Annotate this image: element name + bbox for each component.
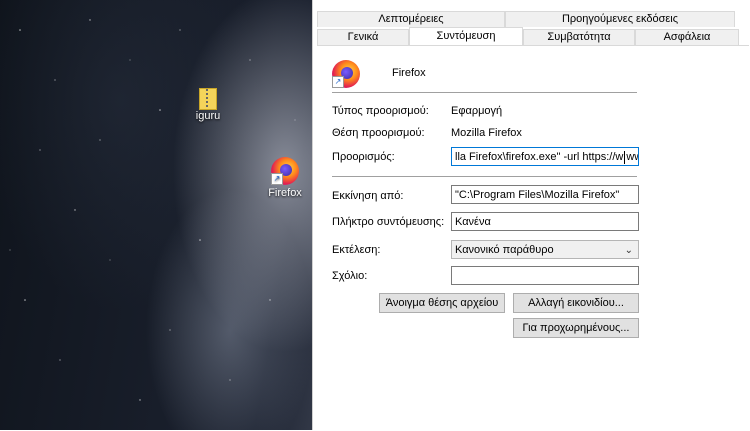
change-icon-button[interactable]: Αλλαγή εικονιδίου... bbox=[513, 293, 639, 313]
firefox-icon: ↗ bbox=[332, 60, 360, 88]
desktop-icon-firefox[interactable]: ↗ Firefox bbox=[261, 157, 309, 199]
comment-input[interactable] bbox=[451, 266, 639, 285]
desktop-icon-iguru[interactable]: iguru bbox=[184, 86, 232, 122]
zip-folder-icon bbox=[199, 86, 217, 110]
target-input[interactable]: lla Firefox\firefox.exe" -url https://w w… bbox=[451, 147, 639, 166]
tab-row-bottom: Γενικά Συντόμευση Συμβατότητα Ασφάλεια bbox=[317, 27, 739, 45]
shortcut-key-input[interactable]: Κανένα bbox=[451, 212, 639, 231]
starfield bbox=[9, 19, 296, 401]
shortcut-key-label: Πλήκτρο συντόμευσης: bbox=[332, 216, 445, 228]
start-in-input[interactable]: "C:\Program Files\Mozilla Firefox" bbox=[451, 185, 639, 204]
desktop-icon-label: Firefox bbox=[268, 187, 302, 199]
tab-shortcut[interactable]: Συντόμευση bbox=[409, 27, 523, 45]
tab-previous-versions[interactable]: Προηγούμενες εκδόσεις bbox=[505, 11, 735, 27]
advanced-button[interactable]: Για προχωρημένους... bbox=[513, 318, 639, 338]
desktop-icon-label: iguru bbox=[195, 110, 221, 122]
separator bbox=[332, 92, 637, 93]
tab-security[interactable]: Ασφάλεια bbox=[635, 29, 739, 45]
firefox-icon: ↗ bbox=[271, 157, 299, 185]
separator bbox=[332, 176, 637, 177]
tab-row-top: Λεπτομέρειες Προηγούμενες εκδόσεις bbox=[317, 11, 735, 27]
tab-details[interactable]: Λεπτομέρειες bbox=[317, 11, 505, 27]
properties-dialog: Λεπτομέρειες Προηγούμενες εκδόσεις Γενικ… bbox=[312, 0, 750, 431]
target-type-label: Τύπος προορισμού: bbox=[332, 105, 429, 117]
chevron-down-icon: ⌄ bbox=[624, 245, 633, 256]
run-label: Εκτέλεση: bbox=[332, 244, 381, 256]
target-type-value: Εφαρμογή bbox=[451, 105, 503, 117]
run-select[interactable]: Κανονικό παράθυρο ⌄ bbox=[451, 240, 639, 259]
target-label: Προορισμός: bbox=[332, 151, 395, 163]
target-location-label: Θέση προορισμού: bbox=[332, 127, 425, 139]
open-file-location-button[interactable]: Άνοιγμα θέσης αρχείου bbox=[379, 293, 505, 313]
tab-compatibility[interactable]: Συμβατότητα bbox=[523, 29, 635, 45]
shortcut-name: Firefox bbox=[392, 67, 426, 79]
target-location-value: Mozilla Firefox bbox=[451, 127, 522, 139]
shortcut-tab-panel: ↗ Firefox Τύπος προορισμού: Εφαρμογή Θέσ… bbox=[317, 45, 749, 431]
comment-label: Σχόλιο: bbox=[332, 270, 368, 282]
tab-general[interactable]: Γενικά bbox=[317, 29, 409, 45]
start-in-label: Εκκίνηση από: bbox=[332, 190, 404, 202]
